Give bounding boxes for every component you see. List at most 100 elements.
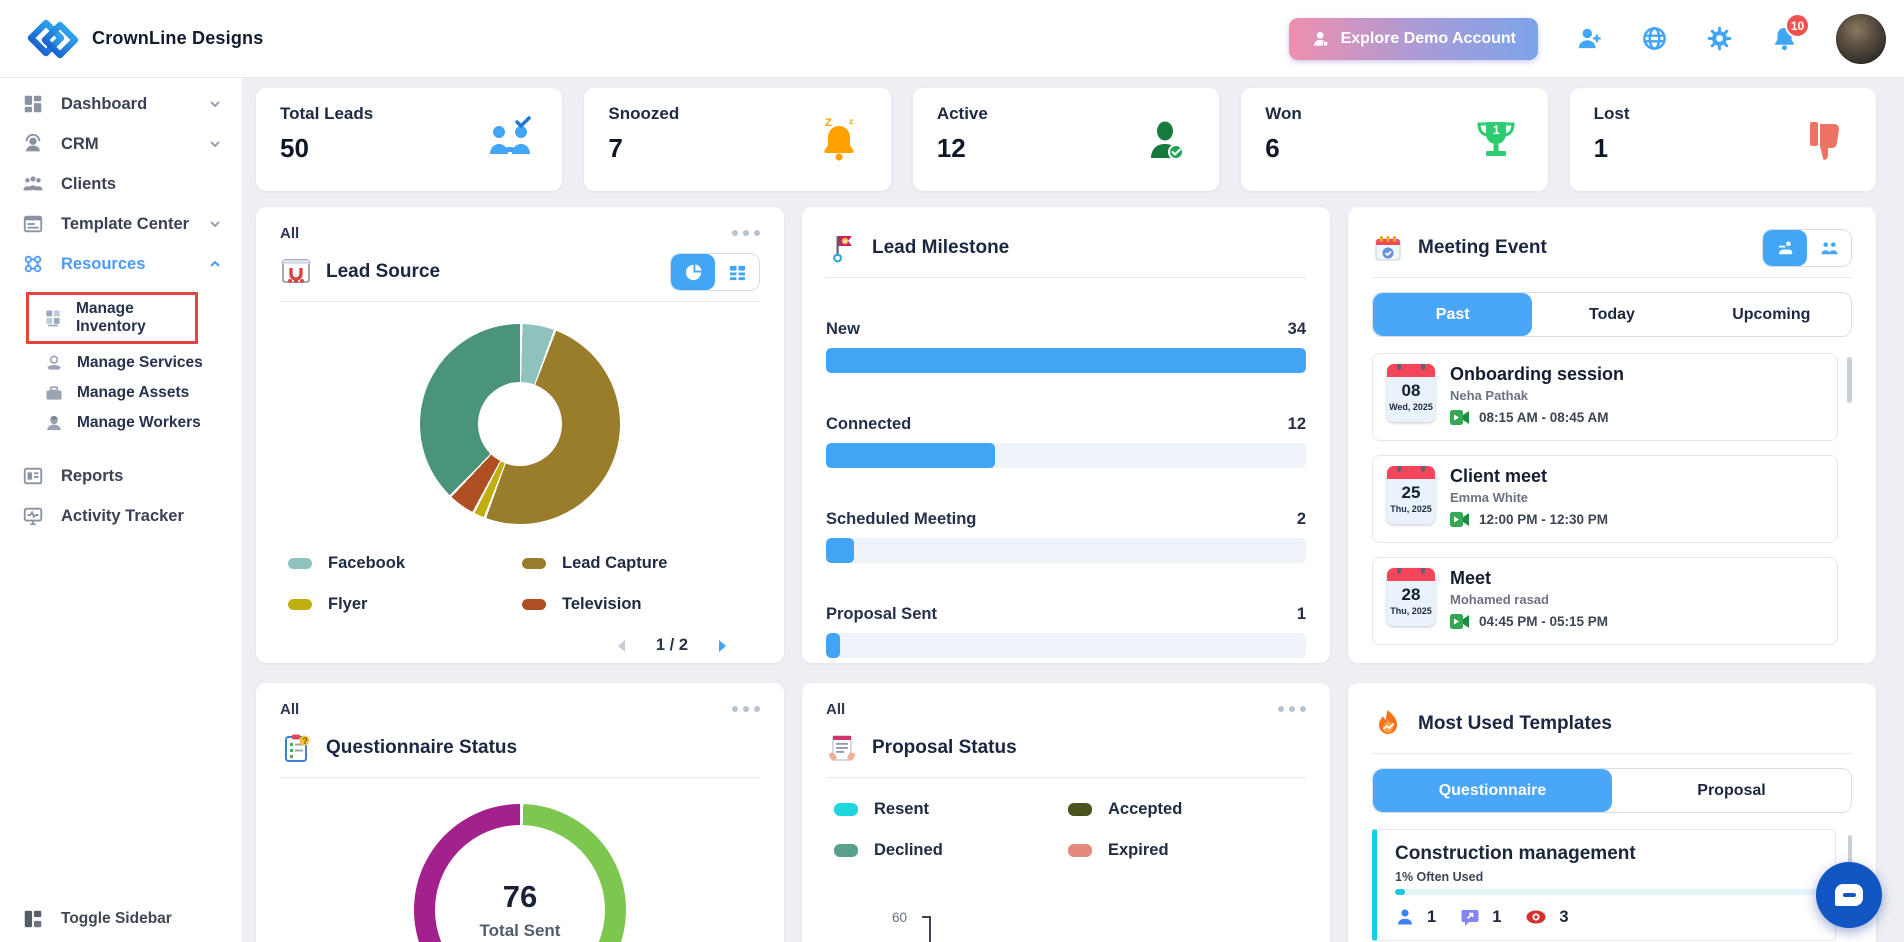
explore-demo-account-button[interactable]: Explore Demo Account bbox=[1289, 18, 1538, 60]
pager-prev-icon[interactable] bbox=[616, 639, 628, 653]
lead-source-filter[interactable]: All bbox=[280, 225, 299, 242]
most-used-templates-title: Most Used Templates bbox=[1418, 713, 1852, 735]
sidebar-item-template-center[interactable]: Template Center bbox=[0, 204, 242, 244]
tab-proposal[interactable]: Proposal bbox=[1612, 769, 1851, 812]
lead-source-menu-dots[interactable] bbox=[732, 226, 760, 240]
event-item-meet[interactable]: 28 Thu, 2025 Meet Mohamed rasad 04:45 PM… bbox=[1372, 557, 1838, 645]
legend-item-declined: Declined bbox=[834, 841, 1068, 860]
proposal-menu-dots[interactable] bbox=[1278, 702, 1306, 716]
milestone-bar-track[interactable] bbox=[826, 348, 1306, 373]
tab-questionnaire[interactable]: Questionnaire bbox=[1373, 769, 1612, 812]
meeting-event-list[interactable]: 08 Wed, 2025 Onboarding session Neha Pat… bbox=[1372, 353, 1852, 663]
globe-icon[interactable] bbox=[1641, 25, 1668, 52]
tab-today[interactable]: Today bbox=[1532, 293, 1691, 336]
event-person: Neha Pathak bbox=[1450, 388, 1624, 403]
template-usage-bar bbox=[1395, 889, 1817, 895]
toggle-sidebar-button[interactable]: Toggle Sidebar bbox=[22, 908, 172, 930]
bell-snooze-icon: Z z bbox=[813, 114, 865, 166]
add-user-icon[interactable] bbox=[1576, 25, 1603, 52]
legend-item-television: Television bbox=[522, 595, 756, 614]
person-check-icon bbox=[1141, 114, 1193, 166]
sidebar-item-dashboard[interactable]: Dashboard bbox=[0, 84, 242, 124]
templates-list[interactable]: Construction management 1% Often Used 1 … bbox=[1372, 829, 1852, 942]
sidebar-subitem-manage-inventory-highlighted[interactable]: Manage Inventory bbox=[26, 292, 198, 344]
lead-source-donut-chart[interactable] bbox=[420, 324, 620, 524]
chat-widget-button[interactable] bbox=[1816, 862, 1882, 928]
stats-row: Total Leads 50 Snoozed 7 Z z Active 12 bbox=[256, 88, 1876, 191]
chevron-up-icon bbox=[208, 257, 222, 271]
milestone-bar-track[interactable] bbox=[826, 633, 1306, 658]
brand[interactable]: CrownLine Designs bbox=[26, 12, 263, 66]
sidebar-item-crm[interactable]: CRM bbox=[0, 124, 242, 164]
user-avatar[interactable] bbox=[1836, 14, 1886, 64]
stat-card-total-leads[interactable]: Total Leads 50 bbox=[256, 88, 562, 191]
meeting-people-view-button[interactable] bbox=[1807, 230, 1851, 266]
legend-item-accepted: Accepted bbox=[1068, 800, 1302, 819]
trending-flame-icon bbox=[1372, 708, 1404, 740]
event-item-onboarding-session[interactable]: 08 Wed, 2025 Onboarding session Neha Pat… bbox=[1372, 353, 1838, 441]
sidebar-item-activity-tracker[interactable]: Activity Tracker bbox=[0, 496, 242, 536]
sidebar-layout-icon bbox=[22, 908, 44, 930]
pager-next-icon[interactable] bbox=[716, 639, 728, 653]
legend-item-expired: Expired bbox=[1068, 841, 1302, 860]
event-item-client-meet[interactable]: 25 Thu, 2025 Client meet Emma White 12:0… bbox=[1372, 455, 1838, 543]
sidebar-label-reports: Reports bbox=[61, 467, 222, 486]
stat-card-lost[interactable]: Lost 1 bbox=[1570, 88, 1876, 191]
tab-upcoming[interactable]: Upcoming bbox=[1692, 293, 1851, 336]
tab-past[interactable]: Past bbox=[1373, 293, 1532, 336]
stat-card-snoozed[interactable]: Snoozed 7 Z z bbox=[584, 88, 890, 191]
event-person: Emma White bbox=[1450, 490, 1608, 505]
questionnaire-total-label: Total Sent bbox=[480, 921, 561, 941]
svg-text:?: ? bbox=[302, 736, 308, 746]
questionnaire-status-icon: ? bbox=[280, 732, 312, 764]
share-icon bbox=[1460, 907, 1480, 927]
milestone-bar-track[interactable] bbox=[826, 443, 1306, 468]
manage-services-icon bbox=[44, 353, 64, 373]
questionnaire-filter[interactable]: All bbox=[280, 701, 299, 718]
sidebar-item-clients[interactable]: Clients bbox=[0, 164, 242, 204]
milestone-bar-track[interactable] bbox=[826, 538, 1306, 563]
meeting-list-view-button[interactable] bbox=[1763, 230, 1807, 266]
milestone-row-scheduled-meeting: Scheduled Meeting2 bbox=[826, 510, 1306, 563]
settings-gear-icon[interactable] bbox=[1706, 25, 1733, 52]
lead-milestone-flag-icon bbox=[826, 232, 858, 264]
table-view-button[interactable] bbox=[715, 254, 759, 290]
event-time-row: 12:00 PM - 12:30 PM bbox=[1450, 512, 1608, 527]
dashboard-icon bbox=[22, 93, 44, 115]
questionnaire-total-value: 76 bbox=[503, 879, 537, 915]
manage-inventory-icon bbox=[43, 308, 63, 328]
notifications-button[interactable]: 10 bbox=[1771, 25, 1798, 52]
sidebar-item-reports[interactable]: Reports bbox=[0, 456, 242, 496]
legend-pager: 1 / 2 bbox=[280, 636, 760, 655]
sidebar-subitem-manage-services[interactable]: Manage Services bbox=[0, 348, 242, 378]
pie-view-button[interactable] bbox=[671, 254, 715, 290]
sidebar-item-resources[interactable]: Resources bbox=[0, 244, 242, 284]
template-item-construction-management[interactable]: Construction management 1% Often Used 1 … bbox=[1372, 829, 1836, 941]
proposal-bar-chart[interactable]: 60 bbox=[826, 908, 1306, 942]
template-usage: 1% Often Used bbox=[1395, 870, 1817, 884]
stat-card-won[interactable]: Won 6 1 bbox=[1241, 88, 1547, 191]
questionnaire-menu-dots[interactable] bbox=[732, 702, 760, 716]
template-stats: 1 1 3 bbox=[1395, 907, 1817, 927]
proposal-filter[interactable]: All bbox=[826, 701, 845, 718]
scrollbar-thumb[interactable] bbox=[1847, 357, 1852, 403]
stat-card-active[interactable]: Active 12 bbox=[913, 88, 1219, 191]
lead-source-legend: Facebook Lead Capture Flyer Television bbox=[288, 554, 756, 614]
questionnaire-donut-chart[interactable]: 76 Total Sent bbox=[414, 804, 626, 942]
handshake-check-icon bbox=[484, 114, 536, 166]
sidebar-sublabel-manage-services: Manage Services bbox=[77, 354, 203, 372]
resources-submenu: Manage Inventory Manage Services Manage … bbox=[0, 284, 242, 442]
event-date-chip: 25 Thu, 2025 bbox=[1387, 466, 1435, 524]
sidebar-subitem-manage-assets[interactable]: Manage Assets bbox=[0, 378, 242, 408]
meeting-event-calendar-icon bbox=[1372, 232, 1404, 264]
legend-item-flyer: Flyer bbox=[288, 595, 522, 614]
svg-text:1: 1 bbox=[1493, 123, 1500, 137]
lead-milestone-card: Lead Milestone New34 Connected12 Schedul… bbox=[802, 207, 1330, 663]
manage-assets-icon bbox=[44, 383, 64, 403]
event-title: Meet bbox=[1450, 568, 1608, 589]
toggle-sidebar-label: Toggle Sidebar bbox=[61, 910, 172, 928]
questionnaire-status-card: All ? Questionnaire Status 76 bbox=[256, 683, 784, 942]
sidebar-subitem-manage-workers[interactable]: Manage Workers bbox=[0, 408, 242, 438]
top-header: CrownLine Designs Explore Demo Account bbox=[0, 0, 1904, 78]
crownline-logo-icon bbox=[26, 12, 80, 66]
